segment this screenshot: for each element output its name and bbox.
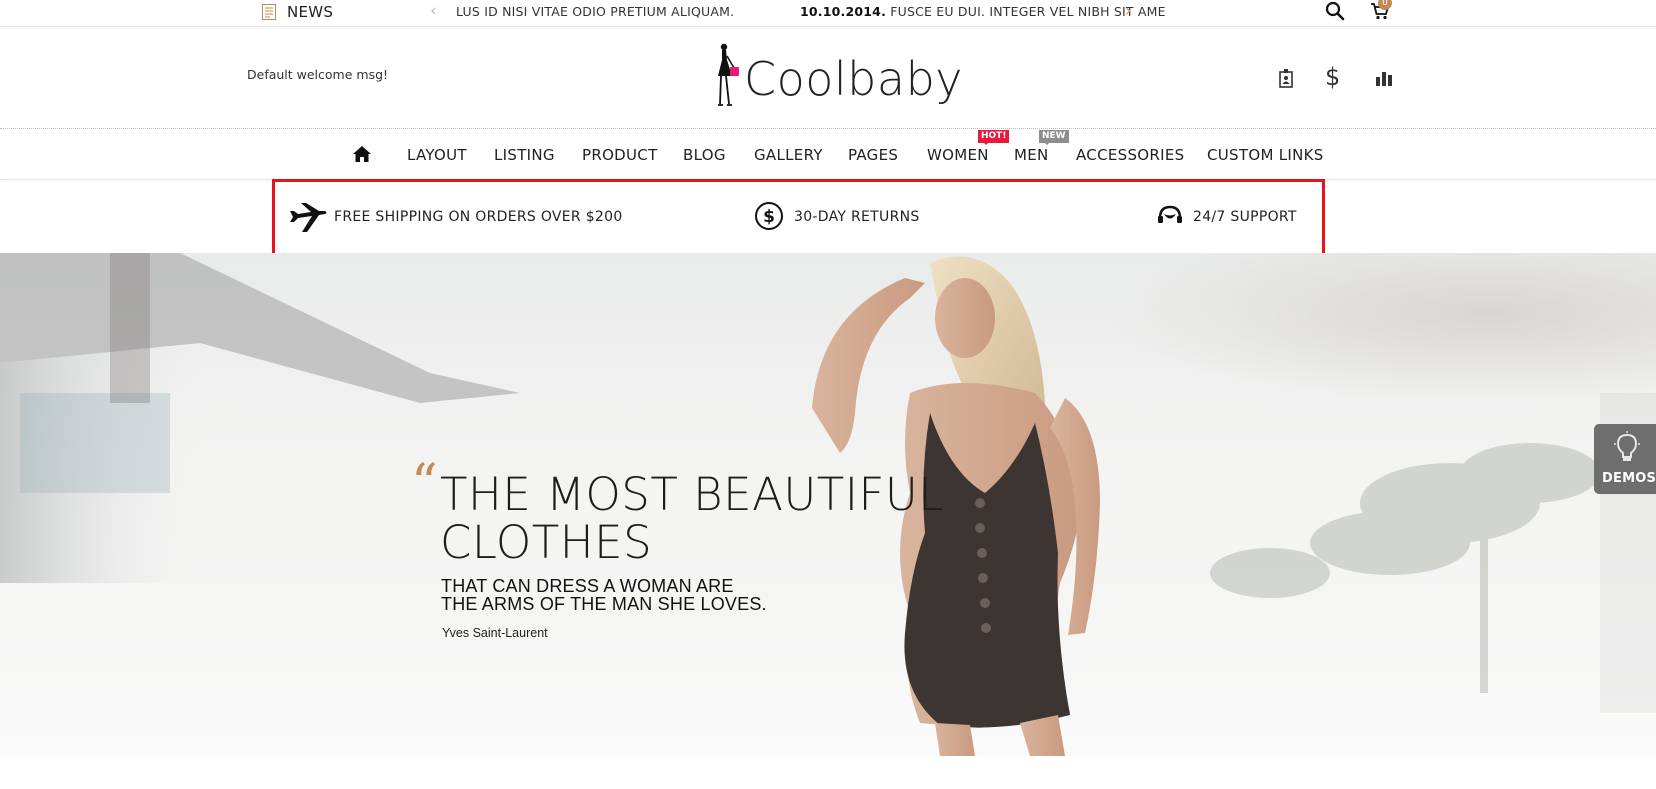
home-icon[interactable] <box>352 145 372 163</box>
site-header: Default welcome msg! Coolbaby $ <box>0 28 1656 128</box>
logo[interactable]: Coolbaby <box>712 40 963 120</box>
demos-label: DEMOS <box>1602 471 1656 486</box>
policy-bar: FREE SHIPPING ON ORDERS OVER $200 $ 30-D… <box>272 179 1325 258</box>
hero-banner[interactable]: “ THE MOST BEAUTIFUL CLOTHES THAT CAN DR… <box>0 253 1656 756</box>
demos-tab[interactable]: DEMOS <box>1594 424 1656 494</box>
news-bar: NEWS ‹ LUS ID NISI VITAE ODIO PRETIUM AL… <box>0 0 1656 27</box>
compare-chart-icon[interactable] <box>1374 68 1394 88</box>
main-nav: LAYOUT LISTING PRODUCT BLOG GALLERY PAGE… <box>0 129 1656 179</box>
quote-mark-icon: “ <box>411 454 438 514</box>
nav-item-custom-links[interactable]: CUSTOM LINKS <box>1207 146 1324 164</box>
nav-item-pages[interactable]: PAGES <box>848 146 898 164</box>
hero-subtitle-line: THAT CAN DRESS A WOMAN ARE <box>441 576 734 596</box>
logo-text: Coolbaby <box>744 52 963 106</box>
airplane-icon <box>290 203 327 232</box>
lightbulb-icon <box>1614 431 1640 461</box>
hero-author: Yves Saint-Laurent <box>442 626 548 640</box>
headset-icon <box>1158 205 1182 223</box>
nav-item-women[interactable]: WOMEN <box>927 146 989 164</box>
hero-title: THE MOST BEAUTIFUL CLOTHES <box>440 468 944 569</box>
policy-text: 24/7 SUPPORT <box>1193 209 1297 225</box>
background-sky <box>1100 253 1656 403</box>
svg-text:$: $ <box>763 207 775 227</box>
page: NEWS ‹ LUS ID NISI VITAE ODIO PRETIUM AL… <box>0 0 1656 789</box>
nav-item-gallery[interactable]: GALLERY <box>754 146 823 164</box>
background-palms-image <box>1210 393 1656 713</box>
account-icon[interactable] <box>1276 68 1296 88</box>
hot-badge: HOT! <box>978 130 1010 145</box>
welcome-message: Default welcome msg! <box>247 67 389 82</box>
news-label: NEWS <box>287 3 334 21</box>
nav-item-layout[interactable]: LAYOUT <box>407 146 467 164</box>
nav-item-listing[interactable]: LISTING <box>494 146 555 164</box>
logo-figure-icon <box>718 43 739 106</box>
currency-icon[interactable]: $ <box>1325 63 1345 91</box>
nav-item-product[interactable]: PRODUCT <box>582 146 658 164</box>
hero-subtitle-line: THE ARMS OF THE MAN SHE LOVES. <box>441 594 767 614</box>
hero-subtitle: THAT CAN DRESS A WOMAN ARE THE ARMS OF T… <box>441 577 861 613</box>
dollar-circle-icon: $ <box>755 202 783 230</box>
policy-text: FREE SHIPPING ON ORDERS OVER $200 <box>334 209 623 225</box>
search-icon[interactable] <box>1325 1 1345 21</box>
nav-item-blog[interactable]: BLOG <box>683 146 726 164</box>
policy-text: 30-DAY RETURNS <box>794 209 920 225</box>
news-date: 10.10.2014. <box>800 4 887 19</box>
new-badge: NEW <box>1039 130 1069 145</box>
news-item[interactable]: 10.10.2014. FUSCE EU DUI. INTEGER VEL NI… <box>800 4 1166 19</box>
news-prev-arrow-icon[interactable]: ‹ <box>430 1 437 21</box>
news-item[interactable]: LUS ID NISI VITAE ODIO PRETIUM ALIQUAM. <box>456 4 734 19</box>
news-next-arrow-icon[interactable]: › <box>1125 1 1132 21</box>
nav-item-men[interactable]: MEN <box>1014 146 1049 164</box>
nav-item-accessories[interactable]: ACCESSORIES <box>1076 146 1184 164</box>
newspaper-icon <box>262 4 276 20</box>
